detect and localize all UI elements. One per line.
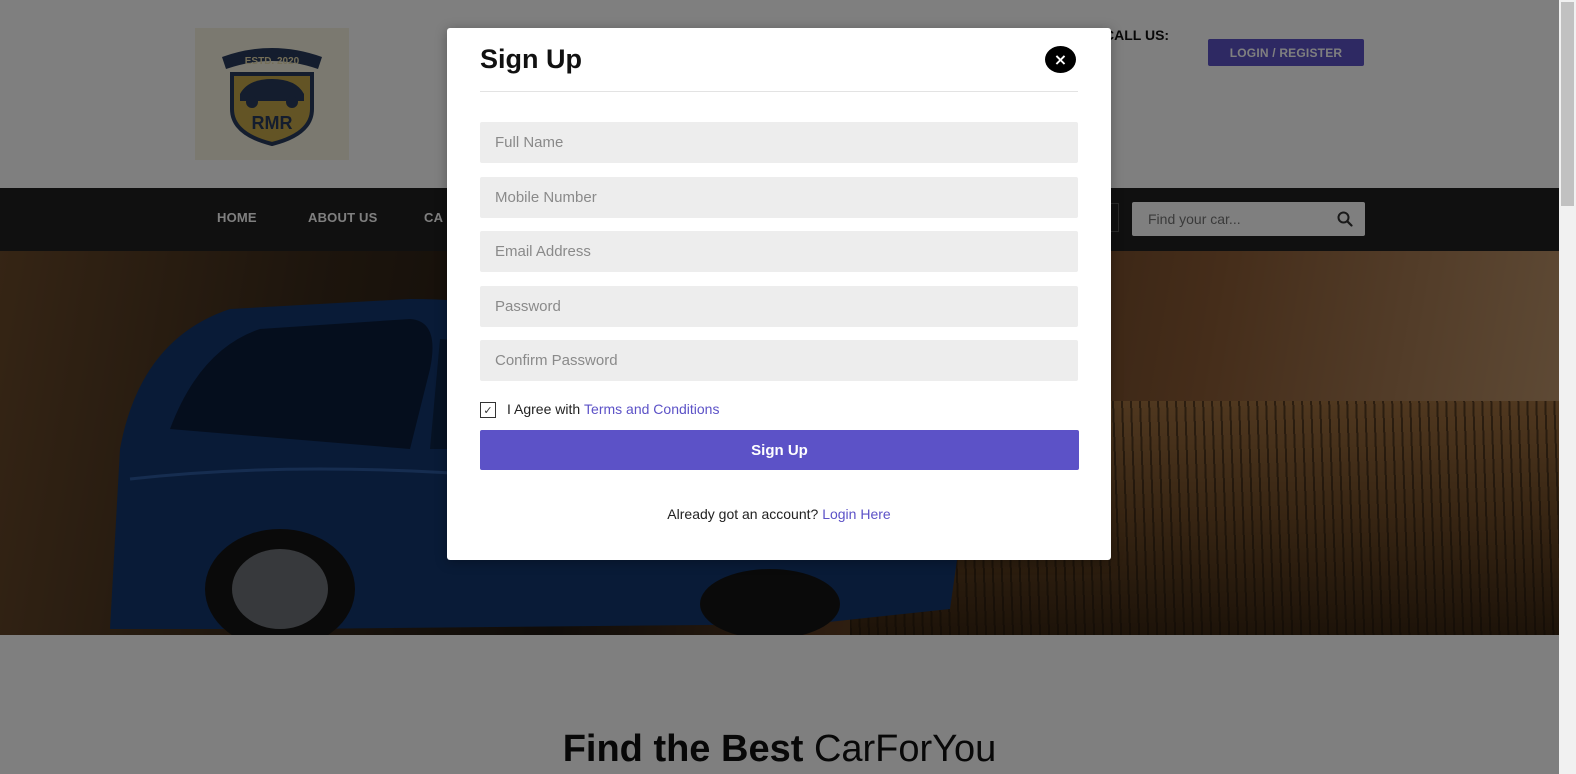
terms-checkbox[interactable]: ✓ [480,402,496,418]
login-here-link[interactable]: Login Here [822,506,891,522]
password-field[interactable] [480,286,1078,327]
page-scrollbar[interactable] [1559,0,1576,774]
already-text: Already got an account? [667,506,819,522]
login-prompt: Already got an account? Login Here [447,506,1111,522]
modal-divider [480,91,1078,92]
full-name-field[interactable] [480,122,1078,163]
confirm-password-field[interactable] [480,340,1078,381]
signup-submit-button[interactable]: Sign Up [480,430,1079,470]
modal-title: Sign Up [480,44,582,74]
terms-link[interactable]: Terms and Conditions [584,401,719,417]
close-icon[interactable]: × [1045,46,1076,73]
scrollbar-thumb[interactable] [1561,2,1574,206]
signup-modal: Sign Up × ✓ I Agree with Terms and Condi… [447,28,1111,560]
mobile-number-field[interactable] [480,177,1078,218]
terms-agreement: ✓ I Agree with Terms and Conditions [480,400,719,418]
agree-text: I Agree with [507,401,581,417]
email-field[interactable] [480,231,1078,272]
